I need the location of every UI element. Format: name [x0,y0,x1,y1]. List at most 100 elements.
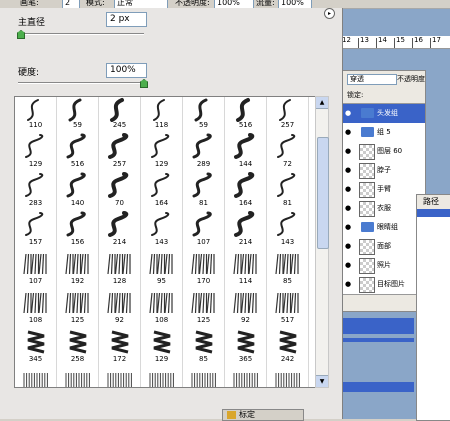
eye-icon[interactable]: ● [345,147,354,155]
brush-preset[interactable]: 129 [15,130,57,170]
brush-preset[interactable]: 140 [57,169,99,209]
brush-preset[interactable]: 85 [267,247,309,287]
brush-size-label: 517 [280,316,295,324]
brush-preset[interactable]: 172 [99,325,141,365]
brush-preset[interactable]: 144 [225,130,267,170]
layer-row[interactable]: ● 眼睛组 [343,218,425,238]
brush-preset[interactable]: 516 [225,97,267,131]
taskbar-label: 标定 [239,410,255,419]
brush-preset[interactable]: 118 [141,97,183,131]
brush-preset[interactable]: 142 [183,364,225,387]
brush-preset[interactable]: 142 [225,364,267,387]
brush-preset[interactable]: 72 [267,130,309,170]
brush-preset[interactable]: 59 [57,97,99,131]
layer-row[interactable]: ● 头发组 [343,104,425,124]
brush-preset[interactable]: 125 [57,286,99,326]
brush-preset[interactable]: 257 [267,97,309,131]
layer-row[interactable]: ● 图层 60 [343,142,425,162]
hardness-input[interactable]: 100% [106,63,147,78]
brush-preset[interactable]: 365 [225,325,267,365]
brush-preset[interactable]: 242 [267,325,309,365]
brush-preset[interactable]: 128 [99,247,141,287]
brush-preset[interactable]: 107 [183,208,225,248]
brush-size-label: 108 [28,316,43,324]
brush-preset[interactable]: 110 [15,97,57,131]
brush-preset[interactable]: 214 [225,208,267,248]
brush-preset[interactable]: 143 [141,208,183,248]
brush-preset[interactable]: 91 [99,364,141,387]
brush-preset[interactable]: 69 [267,364,309,387]
brush-preset[interactable]: 214 [99,208,141,248]
tab-paths[interactable]: 路径 [417,195,450,210]
brush-preset[interactable]: 517 [267,286,309,326]
brush-preset[interactable]: 157 [15,208,57,248]
brush-preset[interactable]: 289 [183,130,225,170]
layer-row[interactable]: ● 照片 [343,256,425,276]
layer-row[interactable]: ● 脖子 [343,161,425,181]
diameter-label: 主直径 [18,18,46,28]
brush-preset[interactable]: 114 [225,247,267,287]
hardness-slider-knob[interactable] [140,79,148,88]
brush-preset[interactable]: 125 [183,286,225,326]
eye-icon[interactable]: ● [345,280,354,288]
layer-row[interactable]: ● 衣服 [343,199,425,219]
brush-preset[interactable]: 164 [225,169,267,209]
brush-preset[interactable]: 95 [141,247,183,287]
eye-icon[interactable]: ● [345,242,354,250]
eye-icon[interactable]: ● [345,204,354,212]
layer-row[interactable]: ● 目标图片 [343,275,425,295]
eye-icon[interactable]: ● [345,128,354,136]
brush-preset[interactable]: 129 [141,325,183,365]
brush-preset[interactable]: 192 [57,247,99,287]
brush-preset[interactable]: 182 [15,364,57,387]
taskbar-button[interactable]: 标定 [222,409,304,421]
brush-preset[interactable]: 70 [99,169,141,209]
brush-preset[interactable]: 108 [15,286,57,326]
brush-preset[interactable]: 143 [267,208,309,248]
diameter-slider[interactable] [18,33,144,35]
brush-preset[interactable]: 60 [141,364,183,387]
brush-preset[interactable]: 81 [183,169,225,209]
ruler-label: 13 [360,36,369,44]
popup-menu-button[interactable]: ▸ [324,8,335,19]
brush-preset[interactable]: 345 [15,325,57,365]
scroll-down-button[interactable]: ▼ [316,375,328,387]
eye-icon[interactable]: ● [345,109,354,117]
brush-preset[interactable]: 85 [183,325,225,365]
brush-stroke-preview [275,292,299,314]
brush-preset[interactable]: 516 [57,130,99,170]
brush-preset[interactable]: 92 [99,286,141,326]
layer-row[interactable]: ● 手臂 [343,180,425,200]
layer-row[interactable]: ● 组 5 [343,123,425,143]
brush-preset[interactable]: 59 [183,97,225,131]
eye-icon[interactable]: ● [345,166,354,174]
scroll-thumb[interactable] [317,137,329,249]
layer-row[interactable]: ● 面部 [343,237,425,257]
brush-preset[interactable]: 92 [225,286,267,326]
eye-icon[interactable]: ● [345,185,354,193]
brush-preset[interactable]: 107 [15,247,57,287]
brush-preset[interactable]: 257 [99,130,141,170]
brush-size-label: 70 [115,199,124,207]
brush-preset[interactable]: 108 [141,286,183,326]
layer-thumbnail [359,163,375,179]
scroll-up-button[interactable]: ▲ [316,97,328,109]
brush-grid-scrollbar[interactable]: ▲ ▼ [315,96,329,388]
diameter-slider-knob[interactable] [17,30,25,39]
brush-size-label: 95 [157,277,166,285]
brush-preset[interactable]: 156 [57,208,99,248]
hardness-slider[interactable] [18,82,144,84]
path-panel: 路径 [416,194,450,421]
brush-preset[interactable]: 120 [57,364,99,387]
eye-icon[interactable]: ● [345,261,354,269]
blend-mode-select[interactable]: 穿透 [347,74,397,85]
eye-icon[interactable]: ● [345,223,354,231]
brush-preset[interactable]: 283 [15,169,57,209]
brush-preset[interactable]: 81 [267,169,309,209]
brush-preset[interactable]: 258 [57,325,99,365]
brush-preset[interactable]: 129 [141,130,183,170]
diameter-input[interactable]: 2 px [106,12,147,27]
brush-preset[interactable]: 170 [183,247,225,287]
brush-preset[interactable]: 164 [141,169,183,209]
brush-preset[interactable]: 245 [99,97,141,131]
